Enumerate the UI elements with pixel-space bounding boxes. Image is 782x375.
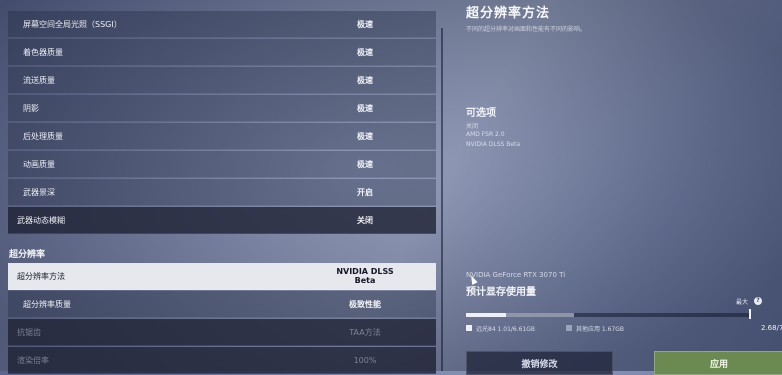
setting-label: 抗锯齿	[17, 327, 41, 337]
setting-row-render-scale: 渲染倍率 100%	[8, 347, 436, 374]
setting-value[interactable]: 极速	[332, 75, 398, 86]
setting-label: 超分辨率方法	[17, 271, 65, 281]
setting-row-anti-aliasing: 抗锯齿 TAA方法	[8, 319, 436, 346]
setting-label: 流送质量	[23, 75, 55, 85]
setting-value[interactable]: 极速	[332, 159, 398, 170]
settings-list: 屏幕空间全局光照（SSGI） 极速 着色器质量 极速 流送质量 极速 阴影 极速…	[0, 0, 440, 374]
info-panel: 超分辨率方法 不同的超分辨率对画面和性能有不同的影响。 可选项 关闭 AMD F…	[455, 0, 782, 375]
option-item: AMD FSR 2.0	[466, 131, 505, 138]
setting-row-shadows[interactable]: 阴影 极速	[8, 95, 436, 122]
setting-label: 动画质量	[23, 159, 55, 169]
setting-row-weapon-motion-blur[interactable]: 武器动态模糊 关闭	[8, 207, 436, 234]
option-item: 关闭	[466, 123, 479, 130]
setting-row-post-processing[interactable]: 后处理质量 极速	[8, 123, 436, 150]
setting-row-shader-quality[interactable]: 着色器质量 极速	[8, 39, 436, 66]
setting-label: 阴影	[23, 103, 39, 113]
setting-label: 后处理质量	[23, 131, 63, 141]
scrollbar[interactable]	[441, 28, 443, 371]
setting-value[interactable]: 极速	[332, 103, 398, 114]
setting-label: 武器景深	[23, 187, 55, 197]
vram-max-marker	[749, 309, 751, 319]
setting-row-animation-quality[interactable]: 动画质量 极速	[8, 151, 436, 178]
legend-other-swatch	[566, 325, 572, 331]
setting-value[interactable]: 开启	[332, 187, 398, 198]
vram-total: 2.68/7	[761, 324, 782, 332]
vram-usage-bar	[466, 313, 751, 317]
help-icon[interactable]: ?	[754, 297, 762, 305]
setting-value: TAA方法	[349, 327, 381, 337]
legend-game-label: 远光84 1.01/6.61GB	[476, 326, 536, 333]
info-title: 超分辨率方法	[466, 6, 551, 21]
setting-label: 着色器质量	[23, 47, 63, 57]
setting-label: 武器动态模糊	[17, 215, 65, 225]
section-title-upscaling: 超分辨率	[9, 250, 46, 260]
setting-row-ssgi[interactable]: 屏幕空间全局光照（SSGI） 极速	[8, 11, 436, 38]
setting-row-upscale-quality[interactable]: 超分辨率质量 极致性能	[8, 291, 436, 318]
vram-max-label: 最大	[736, 299, 749, 306]
setting-value[interactable]: 极速	[332, 131, 398, 142]
setting-value[interactable]: 极速	[332, 47, 398, 58]
option-item: NVIDIA DLSS Beta	[466, 141, 521, 148]
vram-title: 预计显存使用量	[466, 287, 536, 298]
legend-game-swatch	[466, 325, 472, 331]
vram-other-fill	[505, 313, 575, 317]
options-title: 可选项	[466, 108, 496, 119]
setting-label: 渲染倍率	[17, 355, 49, 365]
setting-value: 100%	[353, 355, 377, 365]
setting-value[interactable]: 极速	[332, 19, 398, 30]
info-description: 不同的超分辨率对画面和性能有不同的影响。	[466, 26, 587, 33]
setting-row-streaming-quality[interactable]: 流送质量 极速	[8, 67, 436, 94]
setting-value[interactable]: NVIDIA DLSS Beta	[332, 267, 398, 285]
setting-value[interactable]: 极致性能	[332, 299, 398, 310]
legend-other-label: 其他应用 1.67GB	[576, 326, 625, 333]
setting-value[interactable]: 关闭	[332, 215, 398, 226]
setting-label: 超分辨率质量	[23, 299, 71, 309]
apply-button[interactable]: 应用	[654, 351, 782, 375]
setting-row-weapon-dof[interactable]: 武器景深 开启	[8, 179, 436, 206]
vram-game-fill	[466, 313, 506, 317]
gpu-name: NVIDIA GeForce RTX 3070 Ti	[466, 271, 566, 279]
setting-label: 屏幕空间全局光照（SSGI）	[23, 19, 122, 29]
setting-row-upscale-method[interactable]: 超分辨率方法 NVIDIA DLSS Beta	[8, 263, 436, 290]
revert-changes-button[interactable]: 撤销修改	[466, 351, 613, 375]
